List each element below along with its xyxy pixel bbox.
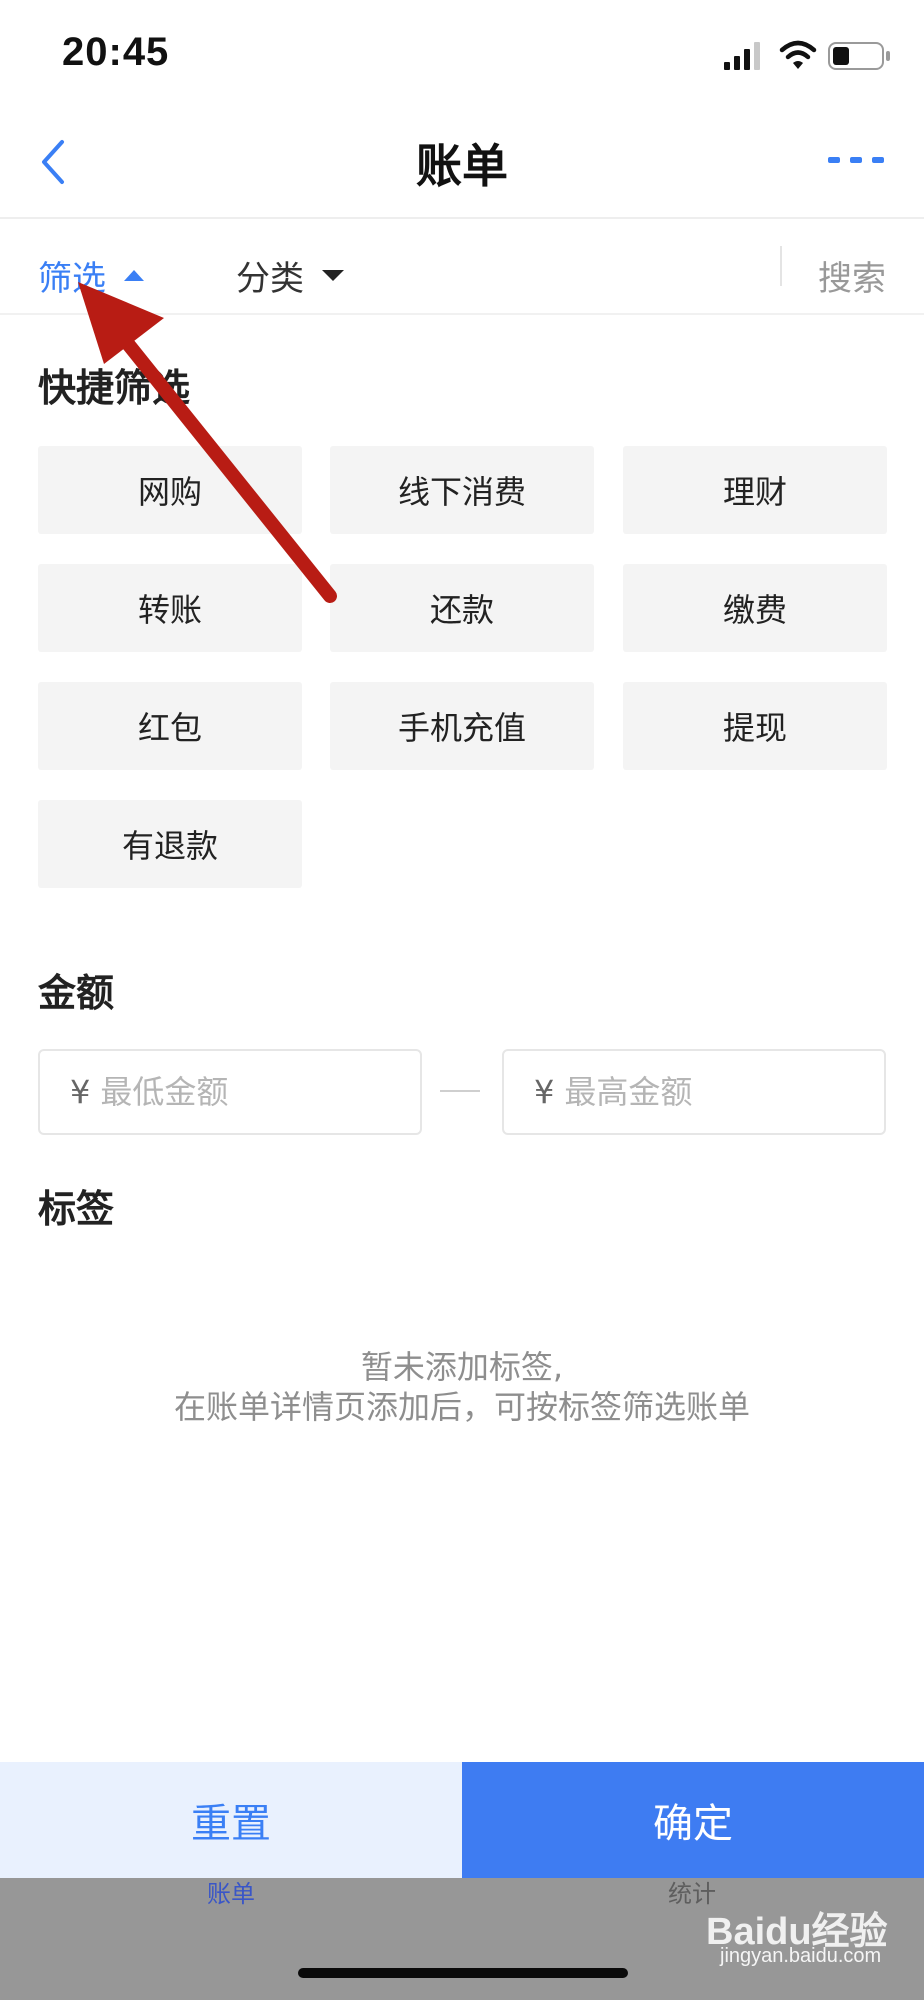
caret-up-icon (124, 269, 144, 281)
tags-empty-line2: 在账单详情页添加后，可按标签筛选账单 (173, 1388, 750, 1426)
chip-transfer[interactable]: 转账 (38, 564, 302, 652)
reset-button[interactable]: 重置 (0, 1762, 462, 1878)
chip-red-packet[interactable]: 红包 (38, 682, 302, 770)
home-indicator (298, 1968, 628, 1978)
max-amount-input[interactable] (564, 1073, 845, 1111)
status-time: 20:45 (62, 30, 170, 74)
chip-online-shopping[interactable]: 网购 (38, 446, 302, 534)
filter-separator (780, 246, 782, 286)
chip-bill-payment[interactable]: 缴费 (623, 564, 887, 652)
amount-range-dash (440, 1090, 480, 1092)
tags-title: 标签 (38, 1187, 115, 1231)
currency-symbol: ¥ (534, 1073, 555, 1111)
chip-mobile-topup[interactable]: 手机充值 (330, 682, 594, 770)
tab-bill[interactable]: 账单 (131, 1874, 331, 1909)
caret-down-icon (322, 269, 344, 281)
more-dots-icon (828, 157, 884, 163)
filter-divider (0, 313, 924, 315)
watermark-url: jingyan.baidu.com (720, 1945, 882, 1967)
filter-tab-label: 筛选 (38, 258, 106, 299)
category-tab[interactable]: 分类 (236, 245, 344, 305)
chip-offline-spending[interactable]: 线下消费 (330, 446, 594, 534)
more-button[interactable] (826, 145, 890, 175)
nav-divider (0, 217, 924, 219)
page-title: 账单 (416, 139, 508, 193)
wifi-icon (779, 40, 817, 69)
chip-refund[interactable]: 有退款 (38, 800, 302, 888)
search-button[interactable]: 搜索 (818, 245, 886, 305)
signal-icon (724, 42, 760, 70)
category-tab-label: 分类 (236, 258, 304, 299)
min-amount-input[interactable] (100, 1073, 381, 1111)
max-amount-field[interactable]: ¥ (502, 1049, 886, 1135)
min-amount-field[interactable]: ¥ (38, 1049, 422, 1135)
amount-title: 金额 (38, 971, 115, 1015)
filter-tab[interactable]: 筛选 (38, 245, 144, 305)
chip-repayment[interactable]: 还款 (330, 564, 594, 652)
quick-filter-title: 快捷筛选 (38, 366, 191, 410)
battery-icon (828, 42, 890, 70)
chip-wealth[interactable]: 理财 (623, 446, 887, 534)
chip-withdraw[interactable]: 提现 (623, 682, 887, 770)
currency-symbol: ¥ (70, 1073, 91, 1111)
confirm-button[interactable]: 确定 (462, 1762, 924, 1878)
status-icons (720, 36, 900, 76)
